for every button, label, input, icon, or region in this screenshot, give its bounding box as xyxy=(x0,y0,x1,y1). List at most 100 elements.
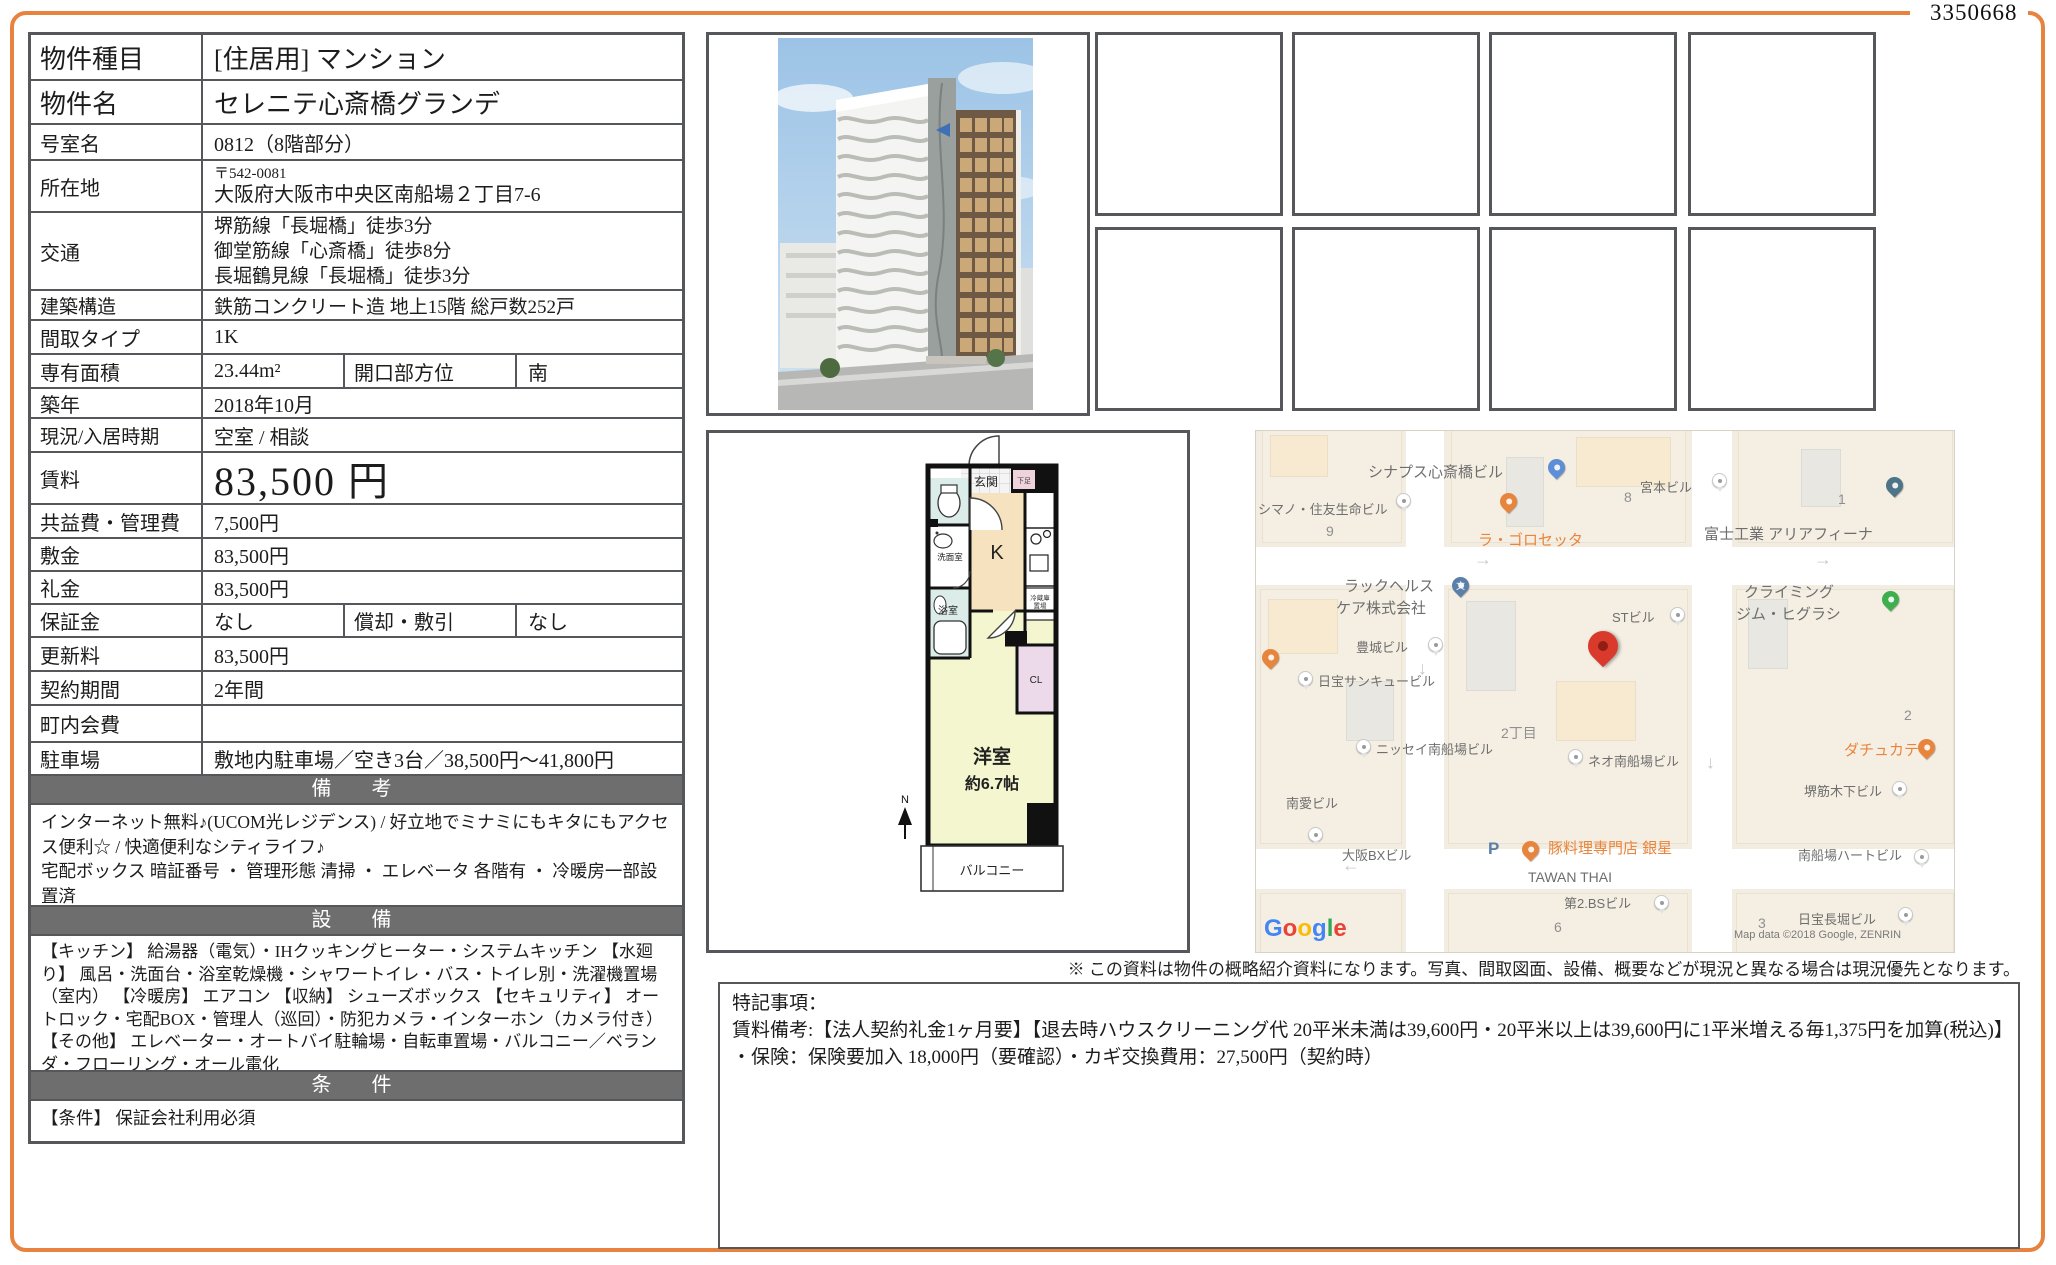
property-sheet: 3350668 物件種目 [住居用] マンション 物件名 セレニテ心斎橋グランデ… xyxy=(0,0,2056,1265)
row-label: 敷金 xyxy=(31,539,203,570)
disclaimer-text: ※ この資料は物件の概略紹介資料になります。写真、間取図面、設備、概要などが現況… xyxy=(1067,960,2020,979)
row-label: 築年 xyxy=(31,389,203,417)
row-value: 敷地内駐車場／空き3台／38,500円～41,800円 xyxy=(214,750,614,772)
row-label: 建築構造 xyxy=(31,291,203,319)
floorplan-panel: N 玄関 下足 K 洗面室 浴室 CL 冷蔵庫 置場 洋室 約6.7帖 バルコニ… xyxy=(706,430,1190,953)
table-row: 交通 堺筋線「長堀橋」徒歩3分 御堂筋線「心斎橋」徒歩8分 長堀鶴見線「長堀橋」… xyxy=(31,213,682,291)
street-arrow: → xyxy=(1474,549,1492,569)
row-value: 83,500円 xyxy=(214,579,289,601)
table-row: 物件名 セレニテ心斎橋グランデ xyxy=(31,81,682,125)
row-value: 堺筋線「長堀橋」徒歩3分 御堂筋線「心斎橋」徒歩8分 長堀鶴見線「長堀橋」徒歩3… xyxy=(203,213,682,289)
location-map: → → → → ← P 文 シナプス心斎橋ビル シマノ・住友生命ビル 9 8 宮… xyxy=(1255,430,1955,953)
map-attribution: Map data ©2018 Google, ZENRIN xyxy=(1734,929,1902,941)
balcony-label: バルコニー xyxy=(960,863,1025,878)
notes-box: 特記事項： 賃料備考:【法人契約礼金1ヶ月要】【退去時ハウスクリーニング代 20… xyxy=(718,982,2020,1249)
equipment-text: 【キッチン】 給湯器（電気）・IHクッキングヒーター・システムキッチン 【水廻り… xyxy=(31,936,682,1072)
table-row: 賃料 83,500 円 xyxy=(31,453,682,505)
fridge-label: 冷蔵庫 xyxy=(1030,593,1050,602)
map-label: ネオ南船場ビル xyxy=(1588,754,1680,769)
room-label: 洋室 xyxy=(973,745,1011,768)
table-row: 間取タイプ 1K xyxy=(31,321,682,355)
row-value: 0812（8階部分） xyxy=(214,133,364,156)
map-pin xyxy=(1914,849,1929,868)
photo-placeholder xyxy=(1489,32,1677,216)
kitchen-label: K xyxy=(990,542,1004,564)
bath-label: 浴室 xyxy=(938,604,958,617)
map-label: シマノ・住友生命ビル xyxy=(1258,502,1388,517)
table-row: 物件種目 [住居用] マンション xyxy=(31,35,682,81)
map-label: 南船場ハートビル xyxy=(1798,848,1903,863)
row-label: 償却・敷引 xyxy=(345,605,517,636)
map-label: クライミング xyxy=(1744,584,1835,601)
transit-line: 堺筋線「長堀橋」徒歩3分 xyxy=(214,215,433,237)
row-value: なし xyxy=(203,605,345,636)
photo-placeholder xyxy=(1292,227,1480,411)
map-pin xyxy=(1298,671,1313,690)
map-label: 1 xyxy=(1838,491,1846,507)
rent-value: 83,500 円 xyxy=(214,459,390,504)
row-label: 開口部方位 xyxy=(345,355,517,387)
fridge-label2: 置場 xyxy=(1034,601,1048,610)
row-label: 間取タイプ xyxy=(31,321,203,353)
room-size-label: 約6.7帖 xyxy=(965,774,1019,793)
row-value: 空室 / 相談 xyxy=(214,426,310,449)
notes-title: 特記事項： xyxy=(732,993,828,1014)
row-label: 更新料 xyxy=(31,638,203,670)
table-row: 所在地 〒542-0081 大阪府大阪市中央区南船場２丁目7-6 xyxy=(31,161,682,213)
property-table: 物件種目 [住居用] マンション 物件名 セレニテ心斎橋グランデ 号室名 081… xyxy=(28,32,685,1144)
row-label: 契約期間 xyxy=(31,672,203,704)
row-value: セレニテ心斎橋グランデ xyxy=(214,89,501,119)
map-pin xyxy=(1568,749,1583,768)
row-value: 1K xyxy=(214,325,239,348)
row-value: なし xyxy=(528,612,568,634)
map-label: TAWAN THAI xyxy=(1528,869,1612,885)
compass-label: N xyxy=(901,794,909,806)
row-value: 〒542-0081 大阪府大阪市中央区南船場２丁目7-6 xyxy=(203,161,682,211)
address: 大阪府大阪市中央区南船場２丁目7-6 xyxy=(214,183,541,206)
row-value: [住居用] マンション xyxy=(214,44,446,74)
table-row: 契約期間 2年間 xyxy=(31,672,682,706)
row-label: 所在地 xyxy=(31,161,203,211)
notes-body-line: ・保険：保険要加入 18,000円（要確認）・カギ交換費用：27,500円（契約… xyxy=(732,1047,1383,1068)
table-row: 専有面積 23.44m² 開口部方位 南 xyxy=(31,355,682,389)
map-street xyxy=(1406,431,1444,952)
table-row: 保証金 なし 償却・敷引 なし xyxy=(31,605,682,638)
map-label: 第2.BSビル xyxy=(1564,896,1632,911)
map-label: 豊城ビル xyxy=(1356,640,1409,655)
map-pin xyxy=(1712,473,1727,492)
row-value xyxy=(203,706,682,741)
parking-icon: P xyxy=(1488,839,1500,858)
photo-placeholder xyxy=(1688,227,1876,411)
map-label: 2丁目 xyxy=(1501,725,1537,741)
map-label: ラックヘルス xyxy=(1344,578,1435,595)
row-label: 共益費・管理費 xyxy=(31,505,203,537)
map-pin xyxy=(1670,607,1685,626)
row-label: 物件名 xyxy=(31,81,203,123)
photo-placeholder xyxy=(1292,32,1480,216)
map-label: 2 xyxy=(1904,707,1912,723)
row-label: 号室名 xyxy=(31,125,203,159)
map-label: 日宝サンキュービル xyxy=(1318,674,1436,689)
map-label: ラ・ゴロセッタ xyxy=(1478,532,1584,549)
map-label: 豚料理専門店 銀星 xyxy=(1548,840,1673,857)
map-label: 8 xyxy=(1624,489,1632,505)
remarks-header: 備 考 xyxy=(31,776,682,805)
row-label: 専有面積 xyxy=(31,355,203,387)
row-value: 2年間 xyxy=(214,679,264,702)
map-label: 6 xyxy=(1554,919,1562,935)
table-row: 更新料 83,500円 xyxy=(31,638,682,672)
map-pin xyxy=(1892,781,1907,800)
map-pin xyxy=(1898,907,1913,926)
closet-label: CL xyxy=(1030,675,1043,686)
map-label: ダチュカテ xyxy=(1844,742,1920,759)
row-label: 賃料 xyxy=(31,453,203,503)
row-value: 83,500円 xyxy=(214,546,289,568)
photo-placeholder xyxy=(1095,227,1283,411)
map-street xyxy=(1692,431,1732,952)
conditions-text: 【条件】 保証会社利用必須 xyxy=(41,1108,256,1128)
row-value: 83,500円 xyxy=(214,645,289,668)
google-logo: Google xyxy=(1264,915,1347,942)
conditions-header: 条 件 xyxy=(31,1072,682,1101)
table-row: 町内会費 xyxy=(31,706,682,743)
row-label: 町内会費 xyxy=(31,706,203,741)
